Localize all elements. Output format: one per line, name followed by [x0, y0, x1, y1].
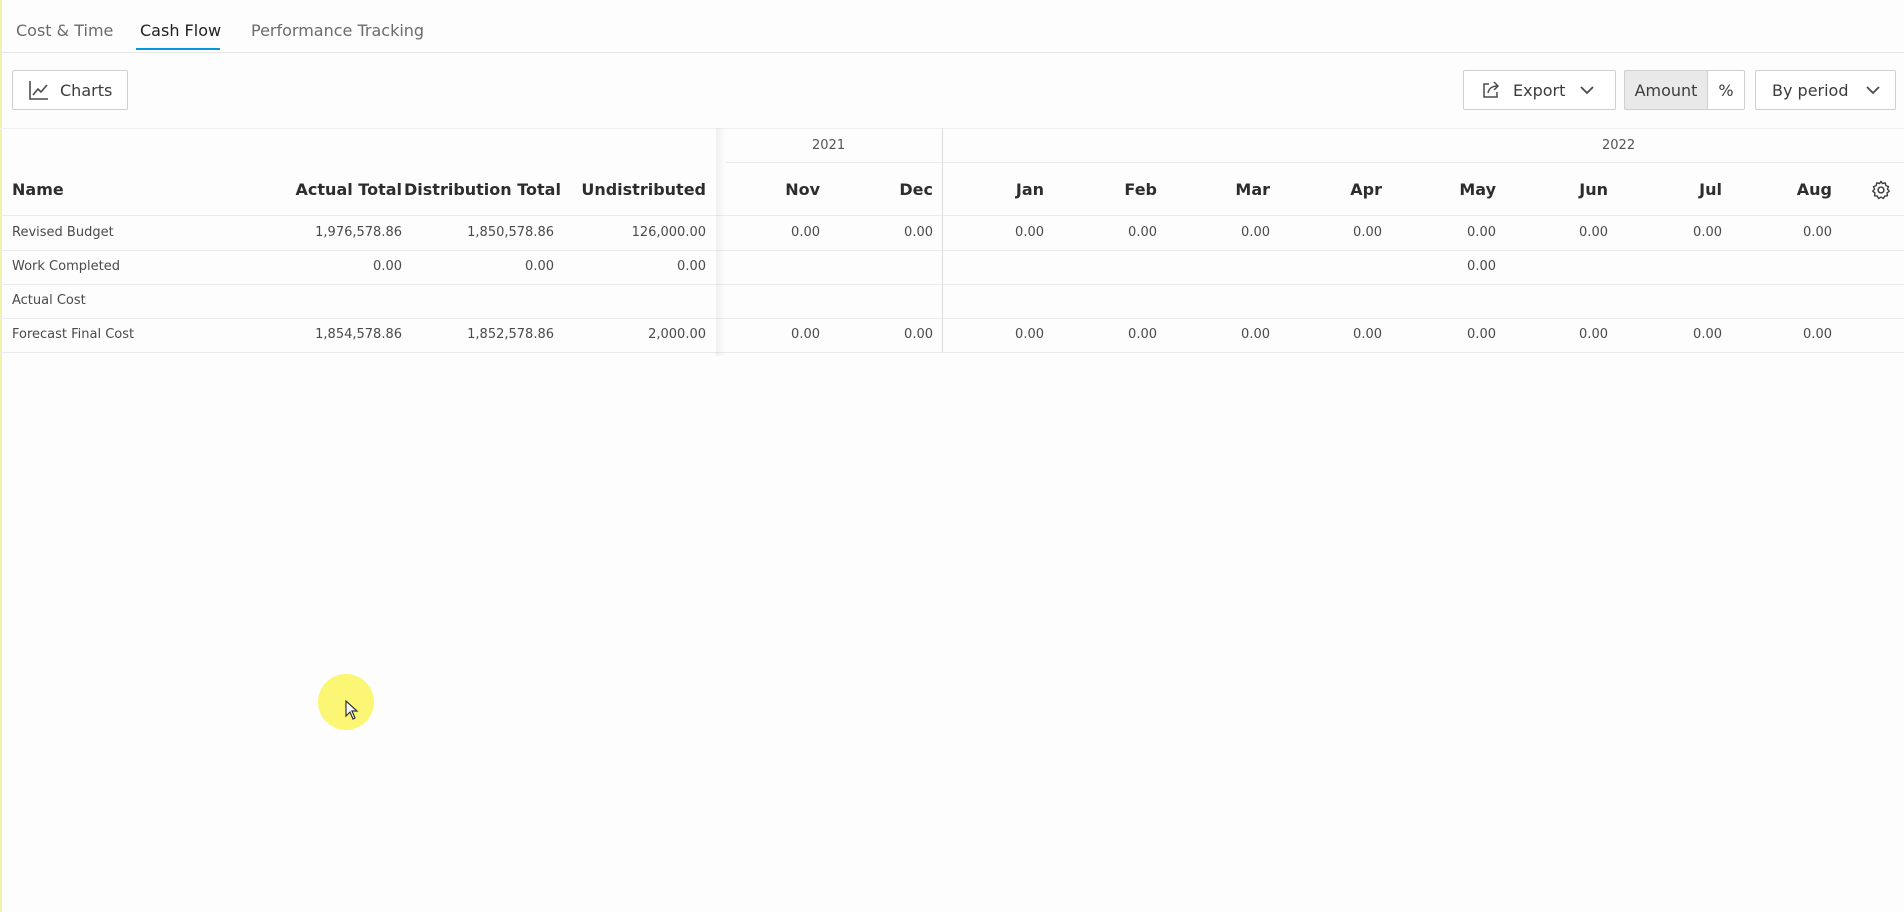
row-name: Work Completed [12, 259, 120, 274]
col-header-month[interactable]: Jul [1642, 180, 1722, 199]
period-label: By period [1772, 80, 1849, 100]
amount-label: Amount [1634, 80, 1698, 100]
cell-month-value: 0.00 [1579, 225, 1608, 240]
table-top-border [0, 128, 1904, 129]
col-header-month[interactable]: Nov [740, 180, 820, 199]
cell-month-value: 0.00 [1015, 225, 1044, 240]
header-border [0, 215, 1904, 216]
cell-month-value: 0.00 [1353, 327, 1382, 342]
tab-cost-time[interactable]: Cost & Time [16, 21, 113, 40]
cell-month-value: 0.00 [904, 327, 933, 342]
cell-month-value: 0.00 [791, 225, 820, 240]
row-border [0, 318, 1904, 319]
cell-distribution-total: 1,852,578.86 [467, 327, 554, 342]
tab-bar: Cost & Time Cash Flow Performance Tracki… [0, 0, 1904, 53]
gear-icon[interactable] [1870, 179, 1892, 205]
col-header-actual-total[interactable]: Actual Total [282, 180, 402, 199]
cell-month-value: 0.00 [1579, 327, 1608, 342]
frozen-column-shadow [716, 128, 726, 356]
tab-cash-flow[interactable]: Cash Flow [140, 21, 221, 40]
percent-label: % [1718, 80, 1734, 100]
cell-undistributed: 2,000.00 [648, 327, 706, 342]
cell-month-value: 0.00 [904, 225, 933, 240]
cell-month-value: 0.00 [1241, 327, 1270, 342]
col-header-month[interactable]: Jan [964, 180, 1044, 199]
cell-undistributed: 126,000.00 [631, 225, 706, 240]
percent-toggle[interactable]: % [1707, 70, 1745, 110]
row-border [0, 352, 1904, 353]
row-name: Revised Budget [12, 225, 114, 240]
line-chart-icon [28, 79, 50, 101]
year-2022: 2022 [1602, 138, 1636, 153]
cell-month-value: 0.00 [1693, 225, 1722, 240]
charts-button[interactable]: Charts [12, 70, 128, 110]
col-header-month[interactable]: Mar [1190, 180, 1270, 199]
col-header-distribution-total[interactable]: Distribution Total [404, 180, 561, 199]
year-row-border [726, 162, 1904, 163]
mouse-pointer-icon [345, 699, 359, 724]
cell-month-value: 0.00 [1128, 225, 1157, 240]
cell-actual-total: 1,976,578.86 [315, 225, 402, 240]
cell-month-value: 0.00 [1467, 225, 1496, 240]
cell-month-value: 0.00 [791, 327, 820, 342]
amount-toggle[interactable]: Amount [1624, 70, 1708, 110]
cell-actual-total: 1,854,578.86 [315, 327, 402, 342]
year-divider [942, 128, 943, 352]
tab-performance-tracking[interactable]: Performance Tracking [251, 21, 424, 40]
export-button[interactable]: Export [1463, 70, 1616, 110]
col-header-month[interactable]: May [1416, 180, 1496, 199]
col-header-name[interactable]: Name [12, 180, 64, 199]
year-2021: 2021 [812, 138, 846, 153]
col-header-month[interactable]: Dec [853, 180, 933, 199]
cell-actual-total: 0.00 [373, 259, 402, 274]
cell-month-value: 0.00 [1693, 327, 1722, 342]
row-border [0, 250, 1904, 251]
cell-undistributed: 0.00 [677, 259, 706, 274]
col-header-month[interactable]: Aug [1752, 180, 1832, 199]
cell-distribution-total: 0.00 [525, 259, 554, 274]
cell-month-value: 0.00 [1467, 259, 1496, 274]
chevron-down-icon [1579, 82, 1595, 98]
row-border [0, 284, 1904, 285]
window-edge [0, 0, 2, 912]
period-select[interactable]: By period [1755, 70, 1896, 110]
cell-month-value: 0.00 [1015, 327, 1044, 342]
cell-month-value: 0.00 [1128, 327, 1157, 342]
cell-month-value: 0.00 [1803, 225, 1832, 240]
cell-month-value: 0.00 [1467, 327, 1496, 342]
col-header-undistributed[interactable]: Undistributed [576, 180, 706, 199]
chevron-down-icon [1865, 82, 1881, 98]
cell-month-value: 0.00 [1803, 327, 1832, 342]
charts-label: Charts [60, 80, 113, 100]
share-export-icon [1481, 80, 1501, 100]
row-name: Actual Cost [12, 293, 86, 308]
row-name: Forecast Final Cost [12, 327, 135, 342]
export-label: Export [1513, 80, 1566, 100]
active-tab-indicator [136, 48, 220, 50]
col-header-month[interactable]: Jun [1528, 180, 1608, 199]
cell-month-value: 0.00 [1353, 225, 1382, 240]
col-header-month[interactable]: Apr [1302, 180, 1382, 199]
cell-distribution-total: 1,850,578.86 [467, 225, 554, 240]
cell-month-value: 0.00 [1241, 225, 1270, 240]
col-header-month[interactable]: Feb [1077, 180, 1157, 199]
